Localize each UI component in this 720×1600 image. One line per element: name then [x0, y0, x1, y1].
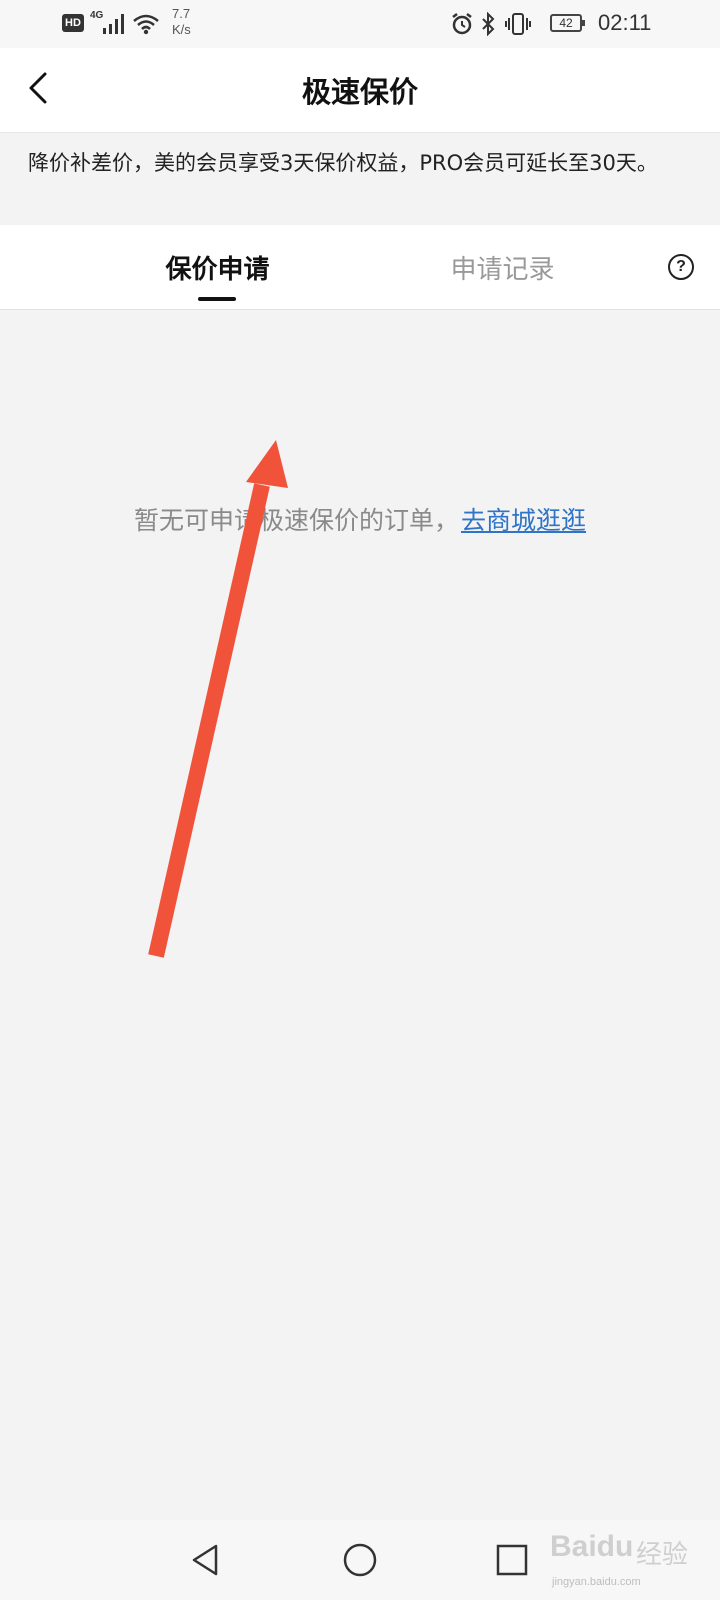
watermark-url: jingyan.baidu.com [552, 1576, 641, 1588]
speed-value: 7.7 [172, 6, 191, 21]
empty-state-message: 暂无可申请极速保价的订单， [133, 506, 459, 535]
baidu-watermark: Baidu 经验 jingyan.baidu.com [550, 1530, 720, 1600]
go-to-mall-link[interactable]: 去商城逛逛 [461, 501, 586, 537]
help-icon[interactable]: ? [668, 254, 694, 280]
signal-icon [103, 14, 124, 34]
clock: 02:11 [598, 10, 652, 35]
tab-bar: 保价申请 申请记录 [0, 225, 720, 310]
back-triangle-icon[interactable] [182, 1536, 230, 1584]
empty-state: 暂无可申请极速保价的订单， 去商城逛逛 [0, 498, 720, 540]
network-speed: 7.7 K/s [172, 6, 191, 38]
battery-icon: 42 [550, 14, 585, 32]
app-header: 极速保价 [0, 48, 720, 133]
bluetooth-icon [482, 12, 495, 36]
wifi-icon [133, 14, 159, 35]
page-title: 极速保价 [301, 75, 418, 109]
alarm-icon [452, 13, 472, 35]
watermark-label: 经验 [636, 1540, 689, 1570]
hd-badge: HD [62, 14, 84, 32]
active-tab-indicator [198, 297, 236, 301]
speed-unit: K/s [172, 22, 191, 37]
tab-application-records[interactable]: 申请记录 [425, 225, 580, 309]
recents-square-icon[interactable] [488, 1536, 536, 1584]
status-bar: HD 4G 7.7 K/s 42 02:11 [0, 0, 720, 48]
vibrate-icon [505, 13, 531, 35]
home-circle-icon[interactable] [336, 1536, 384, 1584]
back-button[interactable] [18, 66, 66, 114]
price-protection-notice: 降价补差价，美的会员享受3天保价权益，PRO会员可延长至30天。 [0, 133, 720, 225]
watermark-brand: Baidu [550, 1530, 634, 1563]
chevron-left-icon [29, 72, 47, 104]
